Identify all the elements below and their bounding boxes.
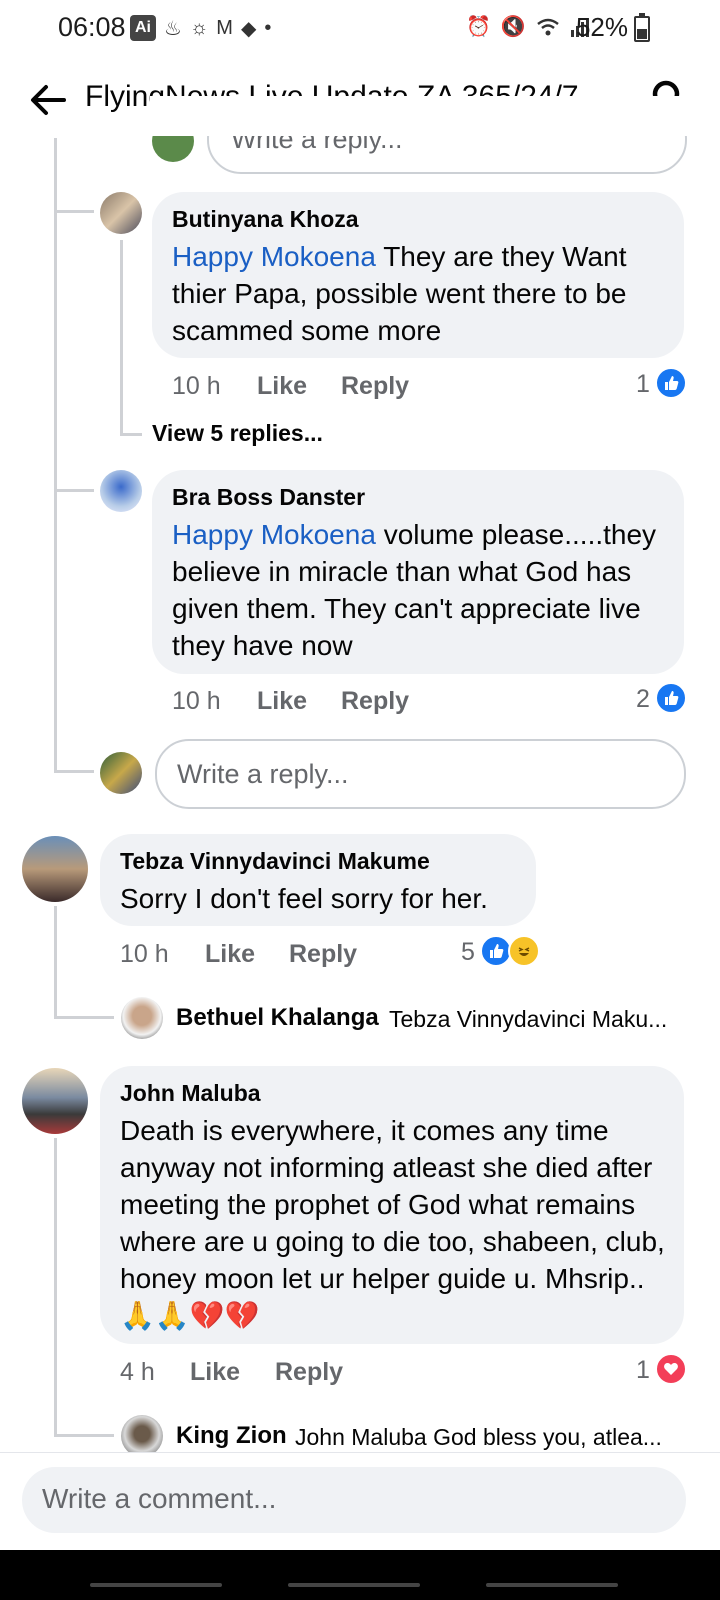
like-button[interactable]: Like (257, 372, 307, 401)
comment-text: Sorry I don't feel sorry for her. (120, 883, 488, 914)
reply-author-name[interactable]: Bethuel Khalanga (176, 1004, 379, 1032)
back-arrow-icon[interactable] (28, 80, 68, 120)
comment-time: 10 h (172, 687, 221, 715)
status-bar: 06:08 Ai ♨ ☼ M ◆ • ⏰ 🔇 52% (0, 0, 720, 56)
dot-icon: • (264, 16, 272, 39)
love-reaction-icon (655, 1353, 687, 1385)
nav-home-button[interactable] (288, 1583, 420, 1587)
thread-branch (54, 489, 94, 492)
system-navigation-bar (0, 1550, 720, 1600)
reply-button[interactable]: Reply (341, 372, 409, 401)
commenter-name[interactable]: Tebza Vinnydavinci Makume (120, 848, 430, 875)
reply-author-name[interactable]: King Zion (176, 1422, 287, 1450)
like-button[interactable]: Like (257, 687, 307, 716)
view-replies-link[interactable]: View 5 replies... (152, 420, 323, 447)
like-reaction-icon (655, 367, 687, 399)
avatar[interactable] (121, 997, 163, 1039)
commenter-name[interactable]: Butinyana Khoza (172, 206, 359, 233)
thread-line (54, 906, 57, 1018)
status-notification-icons: Ai ♨ ☼ M ◆ • (130, 14, 271, 42)
wifi-icon (537, 18, 559, 35)
avatar[interactable] (100, 752, 142, 794)
commenter-name[interactable]: John Maluba (120, 1080, 261, 1107)
alarm-icon: ⏰ (466, 16, 491, 38)
comment-time: 10 h (172, 372, 221, 400)
weather-icon: ☼ (189, 16, 209, 39)
like-button[interactable]: Like (190, 1358, 240, 1387)
comment-composer: Write a comment... (0, 1452, 720, 1551)
thread-branch (54, 1434, 114, 1437)
reply-placeholder: Write a reply... (177, 759, 349, 789)
avatar[interactable] (22, 1068, 88, 1134)
reaction-count[interactable]: 5 (461, 938, 475, 967)
status-system-icons: ⏰ 🔇 (466, 14, 590, 39)
mention-link[interactable]: Happy Mokoena (172, 519, 376, 550)
thread-branch (54, 1016, 114, 1019)
diamond-icon: ◆ (240, 17, 257, 40)
reply-button[interactable]: Reply (275, 1358, 343, 1387)
battery-icon (634, 13, 650, 42)
avatar[interactable] (100, 470, 142, 512)
thread-branch (54, 210, 94, 213)
comment-time: 4 h (120, 1358, 155, 1386)
comment-text: Happy Mokoena volume please.....they bel… (172, 519, 657, 661)
reply-input[interactable]: Write a reply... (155, 739, 686, 809)
avatar[interactable] (22, 836, 88, 902)
ai-icon: Ai (130, 15, 156, 41)
nav-recent-button[interactable] (90, 1583, 222, 1587)
gmail-icon: M (216, 16, 233, 39)
battery-percent: 52% (575, 12, 628, 42)
commenter-name[interactable]: Bra Boss Danster (172, 484, 365, 511)
haha-reaction-icon (508, 935, 540, 967)
comment-input[interactable]: Write a comment... (22, 1467, 686, 1533)
thread-line (54, 1138, 57, 1436)
avatar[interactable] (100, 192, 142, 234)
nav-back-button[interactable] (486, 1583, 618, 1587)
thread-line (120, 240, 123, 435)
reply-preview-text[interactable]: John Maluba God bless you, atlea... (295, 1424, 662, 1451)
reply-preview-text[interactable]: Tebza Vinnydavinci Maku... (389, 1006, 667, 1033)
reply-button[interactable]: Reply (289, 940, 357, 969)
thread-line (54, 138, 57, 770)
comment-time: 10 h (120, 940, 169, 968)
comment-text: Death is everywhere, it comes any time a… (120, 1115, 665, 1331)
status-time: 06:08 (58, 12, 126, 42)
comment-placeholder: Write a comment... (42, 1483, 277, 1514)
mute-icon: 🔇 (500, 16, 526, 38)
avatar[interactable] (121, 1415, 163, 1457)
reply-button[interactable]: Reply (341, 687, 409, 716)
bixby-icon: ♨ (164, 17, 182, 40)
like-reaction-icon (655, 682, 687, 714)
header-overlap-mask (150, 96, 690, 136)
reaction-count[interactable]: 1 (636, 1356, 650, 1385)
reaction-count[interactable]: 2 (636, 685, 650, 714)
mention-link[interactable]: Happy Mokoena (172, 241, 376, 272)
comment-text: Happy Mokoena They are they Want thier P… (172, 241, 627, 346)
thread-branch (120, 433, 142, 436)
reaction-count[interactable]: 1 (636, 370, 650, 399)
thread-branch (54, 770, 94, 773)
like-button[interactable]: Like (205, 940, 255, 969)
